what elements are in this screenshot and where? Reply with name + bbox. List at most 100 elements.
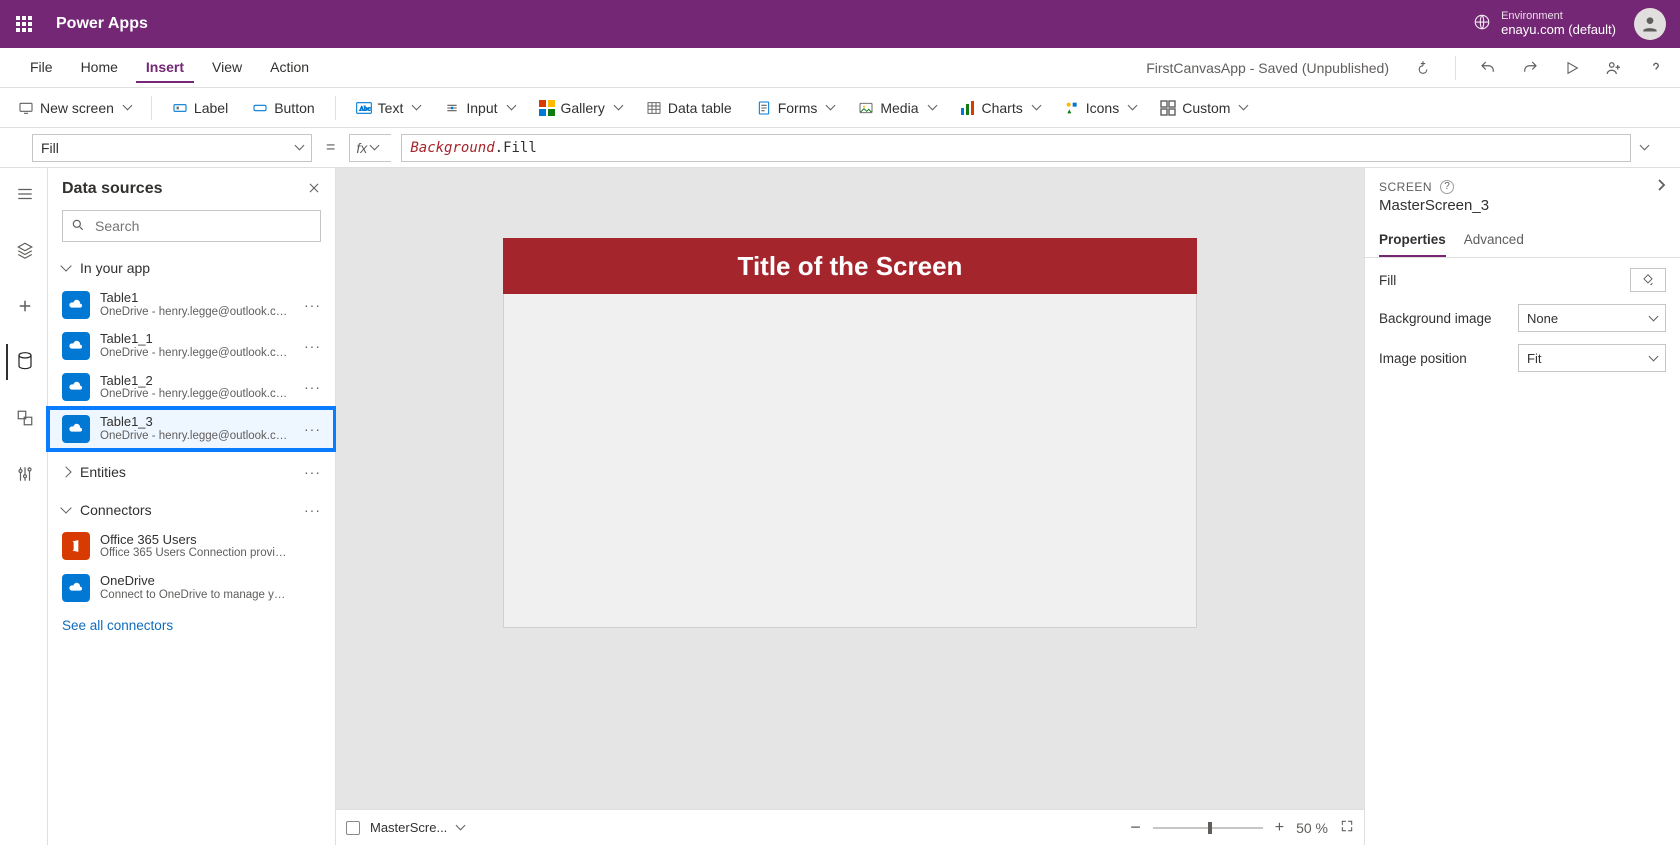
select-checkbox[interactable] [346, 821, 360, 835]
zoom-slider[interactable] [1153, 827, 1263, 829]
button-icon [252, 100, 268, 116]
connector-item[interactable]: OneDrive Connect to OneDrive to manage y… [48, 567, 335, 608]
close-icon[interactable] [307, 181, 321, 198]
menu-file[interactable]: File [20, 53, 63, 83]
play-icon[interactable] [1556, 52, 1588, 84]
formula-input[interactable]: Background.Fill [401, 134, 1631, 162]
property-name: Fill [41, 140, 59, 156]
more-icon[interactable]: ··· [304, 502, 321, 518]
data-source-item[interactable]: Table1_1 OneDrive - henry.legge@outlook.… [48, 325, 335, 366]
environment-picker[interactable]: Environment enayu.com (default) [1473, 10, 1616, 38]
data-source-item-selected[interactable]: Table1_3 OneDrive - henry.legge@outlook.… [48, 408, 335, 449]
redo-icon[interactable] [1514, 52, 1546, 84]
fit-screen-icon[interactable] [1340, 819, 1354, 836]
property-dropdown[interactable]: Fill [32, 134, 312, 162]
menu-action[interactable]: Action [260, 53, 319, 83]
data-source-item[interactable]: Table1 OneDrive - henry.legge@outlook.co… [48, 284, 335, 325]
charts-label: Charts [982, 100, 1023, 116]
rail-insert-icon[interactable] [6, 288, 42, 324]
custom-dropdown[interactable]: Custom [1150, 96, 1257, 120]
menu-bar: File Home Insert View Action FirstCanvas… [0, 48, 1680, 88]
forms-label: Forms [778, 100, 818, 116]
more-icon[interactable]: ··· [304, 338, 321, 354]
media-dropdown[interactable]: Media [848, 96, 945, 120]
breadcrumb[interactable]: MasterScre... [370, 820, 447, 835]
connector-name: Office 365 Users [100, 532, 290, 548]
menu-insert[interactable]: Insert [136, 53, 194, 83]
fx-button[interactable]: fx [349, 134, 391, 162]
screen-canvas[interactable]: Title of the Screen [503, 238, 1197, 628]
rail-media-icon[interactable] [6, 400, 42, 436]
gallery-dropdown[interactable]: Gallery [529, 96, 632, 120]
rail-data-icon[interactable] [6, 344, 42, 380]
more-icon[interactable]: ··· [304, 297, 321, 313]
connector-item[interactable]: Office 365 Users Office 365 Users Connec… [48, 526, 335, 567]
undo-icon[interactable] [1472, 52, 1504, 84]
ds-sub: OneDrive - henry.legge@outlook.com [100, 430, 290, 444]
menu-view[interactable]: View [202, 53, 252, 83]
onedrive-icon [62, 415, 90, 443]
ds-sub: OneDrive - henry.legge@outlook.com [100, 347, 290, 361]
equals-sign: = [322, 139, 339, 157]
see-all-connectors-link[interactable]: See all connectors [48, 608, 335, 643]
label-button[interactable]: Label [162, 96, 238, 120]
zoom-in-icon[interactable]: + [1275, 819, 1284, 837]
search-field[interactable] [93, 217, 312, 235]
more-icon[interactable]: ··· [304, 379, 321, 395]
new-screen-button[interactable]: New screen [8, 96, 141, 120]
menu-home[interactable]: Home [71, 53, 128, 83]
gallery-label: Gallery [561, 100, 605, 116]
search-input[interactable] [62, 210, 321, 242]
chevron-right-icon[interactable] [1656, 178, 1666, 195]
input-dropdown[interactable]: Input [434, 96, 524, 120]
office-icon [62, 532, 90, 560]
data-sources-panel: Data sources In your app Table1 OneDrive… [48, 168, 336, 845]
share-icon[interactable] [1598, 52, 1630, 84]
prop-img-pos-label: Image position [1379, 351, 1467, 366]
help-icon[interactable] [1640, 52, 1672, 84]
app-checker-icon[interactable] [1407, 52, 1439, 84]
gallery-icon [539, 100, 555, 116]
screen-icon [18, 100, 34, 116]
rail-tools-icon[interactable] [6, 456, 42, 492]
data-table-button[interactable]: Data table [636, 96, 742, 120]
rail-tree-icon[interactable] [6, 176, 42, 212]
charts-dropdown[interactable]: Charts [950, 96, 1050, 120]
prop-bg-image-label: Background image [1379, 311, 1492, 326]
data-source-item[interactable]: Table1_2 OneDrive - henry.legge@outlook.… [48, 367, 335, 408]
section-connectors[interactable]: Connectors ··· [48, 494, 335, 526]
section-entities[interactable]: Entities ··· [48, 456, 335, 488]
ds-name: Table1_2 [100, 373, 290, 389]
onedrive-icon [62, 574, 90, 602]
help-icon[interactable]: ? [1440, 180, 1454, 194]
icons-icon [1064, 100, 1080, 116]
chevron-down-icon[interactable] [456, 821, 466, 831]
fill-color-picker[interactable] [1630, 268, 1666, 292]
waffle-icon[interactable] [8, 8, 40, 40]
more-icon[interactable]: ··· [304, 421, 321, 437]
section-label: In your app [80, 260, 150, 276]
text-dropdown[interactable]: Abc Text [346, 96, 431, 120]
img-pos-value: Fit [1527, 351, 1541, 366]
section-in-your-app[interactable]: In your app [48, 252, 335, 284]
more-icon[interactable]: ··· [304, 464, 321, 480]
img-pos-select[interactable]: Fit [1518, 344, 1666, 372]
forms-dropdown[interactable]: Forms [746, 96, 845, 120]
tab-properties[interactable]: Properties [1379, 224, 1446, 257]
zoom-out-icon[interactable]: − [1130, 817, 1141, 838]
formula-expand-icon[interactable] [1640, 141, 1650, 151]
connector-sub: Connect to OneDrive to manage your files… [100, 589, 290, 603]
icons-label: Icons [1086, 100, 1119, 116]
button-button[interactable]: Button [242, 96, 324, 120]
zoom-value: 50 % [1296, 820, 1328, 836]
section-label: Connectors [80, 502, 152, 518]
bg-image-select[interactable]: None [1518, 304, 1666, 332]
canvas-area[interactable]: Title of the Screen MasterScre... − + 50… [336, 168, 1364, 845]
tab-advanced[interactable]: Advanced [1464, 224, 1524, 257]
rail-layers-icon[interactable] [6, 232, 42, 268]
connector-sub: Office 365 Users Connection provider let… [100, 547, 290, 561]
text-label: Text [378, 100, 404, 116]
avatar[interactable] [1634, 8, 1666, 40]
icons-dropdown[interactable]: Icons [1054, 96, 1146, 120]
screen-title-bar[interactable]: Title of the Screen [503, 238, 1197, 294]
